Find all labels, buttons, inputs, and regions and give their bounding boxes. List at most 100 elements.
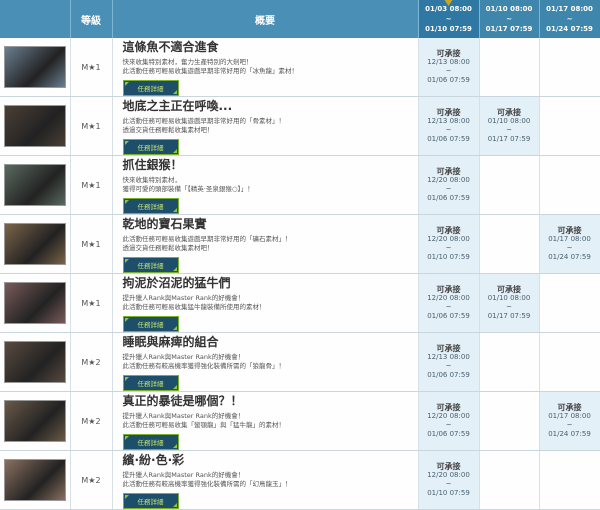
schedule-cell: 可承接 01/10 08:00 ~01/17 07:59 <box>479 96 540 156</box>
slot-end: 01/06 07:59 <box>427 135 470 143</box>
quest-detail-button[interactable]: 任務詳細 <box>122 139 179 155</box>
week-header: 01/03 08:00 ~01/10 07:59 <box>418 0 480 38</box>
slot-start: 12/20 08:00 <box>427 235 470 243</box>
summary-header: 概要 <box>112 0 419 38</box>
quest-thumbnail[interactable] <box>4 341 66 383</box>
quest-rank: M★1 <box>70 155 113 215</box>
slot-end: 01/17 07:59 <box>487 312 531 320</box>
slot-start: 12/20 08:00 <box>427 471 470 479</box>
quest-title: 拘泥於沼泥的猛牛們 <box>122 276 231 290</box>
quest-detail-button[interactable]: 任務詳細 <box>122 316 179 332</box>
quest-detail-button[interactable]: 任務詳細 <box>122 257 179 273</box>
quest-row: M★1 地底之主正在呼喚... 此活動任務可輕易收集遊戲早期非常好用的「骨素材」… <box>0 96 600 156</box>
schedule-cell-empty <box>479 155 540 215</box>
slot-start: 01/10 08:00 <box>487 117 531 125</box>
quest-desc-1: 此活動任務可輕易收集遊戲早期非常好用的「礦石素材」！ <box>122 235 292 243</box>
quest-row: M★1 拘泥於沼泥的猛牛們 提升獵人Rank與Master Rank的好機會！ … <box>0 273 600 333</box>
slot-end: 01/06 07:59 <box>427 430 470 438</box>
schedule-cell: 可承接 12/20 08:00 ~01/06 07:59 <box>418 155 480 215</box>
quest-row: M★1 抓住銀猴！ 快來收集特別素材， 獲得可愛的頭部裝備「【精英·圣泉銀猴○】… <box>0 155 600 215</box>
schedule-cell-empty <box>539 332 600 392</box>
quest-title: 這條魚不適合進食 <box>122 40 219 54</box>
schedule-cell: 可承接 12/20 08:00 ~01/06 07:59 <box>418 391 480 451</box>
slot-start: 12/20 08:00 <box>427 294 470 302</box>
available-label: 可承接 <box>436 462 461 471</box>
slot-end: 01/06 07:59 <box>427 76 470 84</box>
quest-thumbnail[interactable] <box>4 105 66 147</box>
available-label: 可承接 <box>497 285 521 294</box>
slot-sep: ~ <box>445 421 452 429</box>
quest-title: 真正的暴徒是哪個？！ <box>122 394 243 408</box>
quest-desc-2: 此活動任務可輕易收集猛牛龍裝備所使用的素材！ <box>122 303 266 311</box>
slot-start: 01/10 08:00 <box>487 294 531 302</box>
quest-detail-button[interactable]: 任務詳細 <box>122 493 179 509</box>
quest-desc-2: 此活動任務可輕易收集「蠻顎龍」與「猛牛龍」的素材！ <box>122 421 286 429</box>
slot-end: 01/17 07:59 <box>487 135 531 143</box>
slot-end: 01/10 07:59 <box>427 489 470 497</box>
schedule-cell: 可承接 01/10 08:00 ~01/17 07:59 <box>479 273 540 333</box>
quest-desc-1: 快來收集特別素材，奮力生產特別的大劍吧！ <box>122 58 253 66</box>
slot-end: 01/06 07:59 <box>427 312 470 320</box>
quest-desc-2: 此活動任務有較高機率獲得強化裝備所需的「狼龍骨」！ <box>122 362 286 370</box>
schedule-cell-empty <box>539 273 600 333</box>
quest-detail-button[interactable]: 任務詳細 <box>122 198 179 214</box>
quest-rank: M★2 <box>70 391 113 451</box>
week-end: 01/17 07:59 <box>485 25 533 33</box>
week-header: 01/10 08:00 ~01/17 07:59 <box>479 0 540 38</box>
available-label: 可承接 <box>497 108 521 117</box>
slot-sep: ~ <box>566 244 573 252</box>
thumbnail-header <box>0 0 71 38</box>
quest-desc-1: 提升獵人Rank與Master Rank的好機會！ <box>122 471 245 479</box>
slot-sep: ~ <box>445 244 452 252</box>
quest-rank: M★1 <box>70 214 113 274</box>
schedule-cell-empty <box>479 332 540 392</box>
week-header: 01/17 08:00 ~01/24 07:59 <box>539 0 600 38</box>
slot-sep: ~ <box>445 303 452 311</box>
quest-thumbnail[interactable] <box>4 282 66 324</box>
quest-desc-2: 此活動任務可輕易收集遊戲早期非常好用的「冰魚龍」素材！ <box>122 67 299 75</box>
quest-rank: M★1 <box>70 38 113 97</box>
quest-thumbnail[interactable] <box>4 46 66 88</box>
slot-start: 12/13 08:00 <box>427 58 470 66</box>
slot-sep: ~ <box>506 126 512 134</box>
available-label: 可承接 <box>436 344 461 353</box>
week-sep: ~ <box>445 15 452 23</box>
available-label: 可承接 <box>436 108 461 117</box>
slot-start: 12/13 08:00 <box>427 353 470 361</box>
quest-desc-2: 透過交貨任務輕鬆收集素材吧！ <box>122 126 214 134</box>
quest-detail-button[interactable]: 任務詳細 <box>122 434 179 450</box>
quest-detail-button[interactable]: 任務詳細 <box>122 80 179 96</box>
quest-rank: M★1 <box>70 273 113 333</box>
quest-rank: M★2 <box>70 450 113 510</box>
schedule-cell-empty <box>539 38 600 97</box>
slot-sep: ~ <box>445 480 452 488</box>
quest-thumbnail[interactable] <box>4 400 66 442</box>
quest-thumbnail[interactable] <box>4 223 66 265</box>
available-label: 可承接 <box>436 226 461 235</box>
schedule-cell: 可承接 12/13 08:00 ~01/06 07:59 <box>418 96 480 156</box>
schedule-cell: 可承接 01/17 08:00 ~01/24 07:59 <box>539 391 600 451</box>
quest-row: M★1 這條魚不適合進食 快來收集特別素材，奮力生產特別的大劍吧！ 此活動任務可… <box>0 38 600 97</box>
available-label: 可承接 <box>436 49 461 58</box>
schedule-cell-empty <box>479 391 540 451</box>
quest-row: M★2 真正的暴徒是哪個？！ 提升獵人Rank與Master Rank的好機會！… <box>0 391 600 451</box>
slot-start: 12/13 08:00 <box>427 117 470 125</box>
schedule-cell: 可承接 12/13 08:00 ~01/06 07:59 <box>418 332 480 392</box>
quest-thumbnail[interactable] <box>4 164 66 206</box>
quest-detail-button[interactable]: 任務詳細 <box>122 375 179 391</box>
available-label: 可承接 <box>436 403 461 412</box>
quest-rank: M★1 <box>70 96 113 156</box>
schedule-cell: 可承接 01/17 08:00 ~01/24 07:59 <box>539 214 600 274</box>
week-end: 01/10 07:59 <box>425 25 472 33</box>
schedule-cell: 可承接 12/20 08:00 ~01/10 07:59 <box>418 214 480 274</box>
week-end: 01/24 07:59 <box>546 25 593 33</box>
week-start: 01/10 08:00 <box>485 5 533 13</box>
quest-title: 抓住銀猴！ <box>122 158 183 172</box>
quest-thumbnail[interactable] <box>4 459 66 501</box>
quest-title: 乾地的寶石果實 <box>122 217 207 231</box>
rank-header: 等級 <box>70 0 113 38</box>
slot-sep: ~ <box>445 362 452 370</box>
slot-start: 01/17 08:00 <box>548 235 591 243</box>
schedule-cell-empty <box>479 38 540 97</box>
schedule-cell: 可承接 12/20 08:00 ~01/10 07:59 <box>418 450 480 510</box>
